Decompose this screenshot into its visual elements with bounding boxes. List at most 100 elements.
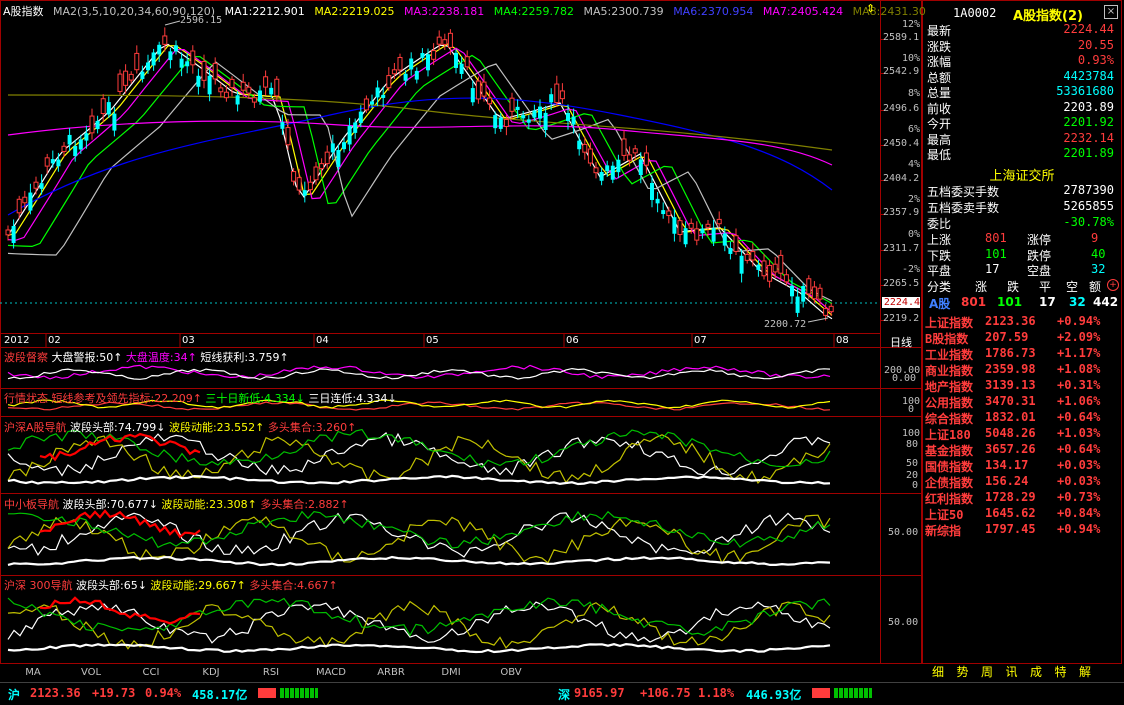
index-change: +0.94% [1057, 522, 1101, 536]
tab-macd[interactable]: MACD [301, 667, 361, 680]
ma3-value: MA3:2238.181 [404, 5, 485, 18]
index-row[interactable]: 企债指数 156.24 +0.03% [923, 474, 1118, 490]
panel-2-item: 三十日新低:4.334↓ [205, 392, 305, 405]
function-tab[interactable]: 特 [1051, 663, 1071, 679]
panel-3-item: 波段头部:74.799↓ [70, 421, 166, 434]
ma6-value: MA6:2370.954 [673, 5, 754, 18]
panel-3-name[interactable]: 沪深A股导航 [4, 421, 67, 434]
candle [229, 78, 235, 88]
quote-label: 涨幅 [927, 55, 952, 69]
function-tab[interactable]: 细 [928, 663, 948, 679]
candle [22, 196, 28, 204]
candle [207, 75, 212, 95]
index-row[interactable]: 新综指 1797.45 +0.94% [923, 522, 1118, 538]
index-change: +0.03% [1057, 458, 1101, 472]
tab-cci[interactable]: CCI [121, 667, 181, 680]
candle [134, 52, 140, 71]
function-tab[interactable]: 解 [1075, 663, 1095, 679]
moving-average-line [7, 97, 833, 216]
breadth-k1: 上涨 [927, 233, 952, 247]
candle [391, 69, 397, 75]
tab-obv[interactable]: OBV [481, 667, 541, 680]
panel-1-item: 大盘警报:50↑ [51, 351, 123, 364]
p2-axis-label: 0 [908, 404, 915, 415]
panel-2-title: 行情状态 短线参考及领先指标:22.209↑ 三十日新低:4.334↓ 三日连低… [4, 390, 397, 406]
panel-2-name[interactable]: 行情状态 [4, 392, 48, 405]
panel-1-item: 短线获利:3.759↑ [200, 351, 289, 364]
index-change: +1.03% [1057, 426, 1101, 440]
quote-row: 今开 2201.92 [923, 115, 1118, 131]
quote-row: 最新 2224.44 [923, 22, 1118, 38]
index-row[interactable]: 上证50 1645.62 +0.84% [923, 506, 1118, 522]
quote-value: 0.93% [1077, 53, 1114, 67]
header-arrow-icon[interactable]: ⇕ [866, 2, 875, 15]
ma2-value: MA2:2219.025 [314, 5, 395, 18]
candle [269, 87, 274, 95]
panel-1-name[interactable]: 波段督察 [4, 351, 48, 364]
index-name: 新综指 [925, 524, 962, 538]
index-row[interactable]: 商业指数 2359.98 +1.08% [923, 362, 1118, 378]
index-title[interactable]: A股指数 [3, 5, 44, 18]
book-value: 2787390 [1063, 183, 1114, 197]
book-value: 5265855 [1063, 199, 1114, 213]
index-row[interactable]: 上证指数 2123.36 +0.94% [923, 314, 1118, 330]
index-row[interactable]: B股指数 207.59 +2.09% [923, 330, 1118, 346]
tab-ma[interactable]: MA [4, 667, 62, 680]
month-label: 04 [316, 335, 329, 346]
candle [806, 278, 812, 295]
panel-close-icon[interactable]: × [1104, 5, 1118, 19]
panel-4-name[interactable]: 中小板导航 [4, 498, 59, 511]
moving-average-line [7, 43, 833, 320]
p1-axis-label: 0.00 [892, 373, 917, 384]
candle [828, 305, 834, 313]
candle [817, 287, 823, 300]
quote-label: 最高 [927, 132, 952, 147]
candle [50, 159, 55, 164]
tab-vol[interactable]: VOL [62, 667, 120, 680]
index-row[interactable]: 国债指数 134.17 +0.03% [923, 458, 1118, 474]
index-name: 综合指数 [925, 412, 974, 426]
cat-down: 101 [997, 295, 1023, 309]
candle [128, 73, 134, 81]
candle [716, 218, 722, 225]
index-row[interactable]: 综合指数 1832.01 +0.64% [923, 410, 1118, 426]
category-row[interactable]: A股 801 101 17 32 442 [923, 295, 1121, 311]
candle [291, 171, 297, 182]
index-row[interactable]: 基金指数 3657.26 +0.64% [923, 442, 1118, 458]
index-change: +0.64% [1057, 410, 1101, 424]
function-tab[interactable]: 势 [953, 663, 973, 679]
index-row[interactable]: 上证180 5048.26 +1.03% [923, 426, 1118, 442]
index-row[interactable]: 工业指数 1786.73 +1.17% [923, 346, 1118, 362]
price-tick-label: 2404.2 [883, 173, 920, 184]
tab-arbr[interactable]: ARBR [361, 667, 421, 680]
quote-value: 53361680 [1056, 84, 1114, 98]
candle [190, 50, 196, 66]
current-price-tag: 2224.4 [882, 297, 920, 308]
expand-icon[interactable]: + [1107, 279, 1119, 291]
function-tab[interactable]: 成 [1026, 663, 1046, 679]
index-row[interactable]: 红利指数 1728.29 +0.73% [923, 490, 1118, 506]
price-tick-label: 2265.5 [883, 278, 920, 289]
panel-2-item: 短线参考及领先指标:22.209↑ [51, 392, 202, 405]
tab-dmi[interactable]: DMI [421, 667, 481, 680]
tab-kdj[interactable]: KDJ [181, 667, 241, 680]
panel-5-name[interactable]: 沪深 300导航 [4, 579, 73, 592]
percent-tick-label: -2% [901, 264, 920, 275]
candle [431, 50, 437, 60]
candle [571, 116, 576, 125]
tab-rsi[interactable]: RSI [241, 667, 301, 680]
candle [235, 95, 240, 105]
sz-label: 深 [558, 688, 571, 702]
function-tab[interactable]: 周 [977, 663, 997, 679]
quote-value: 2203.89 [1063, 99, 1114, 114]
index-change: +0.03% [1057, 474, 1101, 488]
index-row[interactable]: 公用指数 3470.31 +1.06% [923, 394, 1118, 410]
quote-row: 总额 4423784 [923, 69, 1118, 85]
candle [201, 60, 207, 81]
price-tick-label: 2311.7 [883, 243, 920, 254]
function-tab[interactable]: 讯 [1002, 663, 1022, 679]
candle [700, 228, 705, 234]
index-row[interactable]: 地产指数 3139.13 +0.31% [923, 378, 1118, 394]
index-name: 国债指数 [925, 460, 974, 474]
period-label[interactable]: 日线 [890, 334, 912, 350]
